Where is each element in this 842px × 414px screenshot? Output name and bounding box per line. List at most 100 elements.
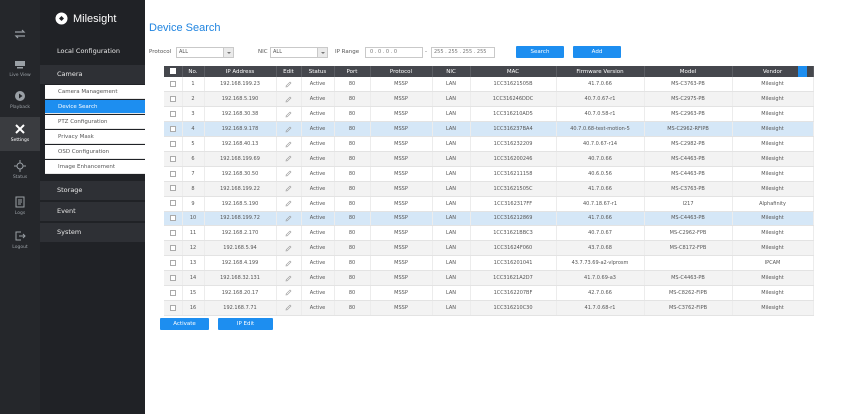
table-row[interactable]: 8 192.168.199.22 Active 80 MSSP LAN 1CC3162150… [164,181,814,197]
table-row[interactable]: 5 192.168.40.13 Active 80 MSSP LAN 1CC31623220… [164,136,814,152]
chevron-down-icon[interactable] [223,47,234,58]
table-row[interactable]: 15 192.168.20.17 Active 80 MSSP LAN 1CC3162207… [164,285,814,301]
ip-end-input[interactable]: 255 . 255 . 255 . 255 [431,47,495,58]
table-row[interactable]: 6 192.168.199.69 Active 80 MSSP LAN 1CC3162002… [164,151,814,167]
cell-edit[interactable] [276,121,302,138]
row-checkbox[interactable] [164,106,183,123]
table-row[interactable]: 9 192.168.5.190 Active 80 MSSP LAN 1CC3162317F… [164,196,814,212]
cell-edit[interactable] [276,77,302,93]
edit-pencil-icon[interactable] [285,245,292,252]
submenu-camera-management[interactable]: Camera Management [45,85,145,99]
menu-event[interactable]: Event [40,202,145,221]
scrollbar-thumb[interactable] [798,66,807,77]
table-row[interactable]: 16 192.168.7.71 Active 80 MSSP LAN 1CC316210C3… [164,300,814,316]
row-checkbox[interactable] [164,181,183,197]
row-checkbox[interactable] [164,240,183,257]
edit-pencil-icon[interactable] [285,126,292,133]
row-checkbox[interactable] [164,151,183,167]
cell-edit[interactable] [276,136,302,152]
table-row[interactable]: 3 192.168.30.38 Active 80 MSSP LAN 1CC316210AD… [164,106,814,123]
edit-pencil-icon[interactable] [285,185,292,192]
cell-edit[interactable] [276,255,302,272]
table-row[interactable]: 10 192.168.199.72 Active 80 MSSP LAN 1CC316212… [164,211,814,227]
ip-start-input[interactable]: 0 . 0 . 0 . 0 [365,47,423,58]
edit-pencil-icon[interactable] [285,230,292,237]
table-row[interactable]: 1 192.168.199.23 Active 80 MSSP LAN 1CC3162150… [164,77,814,93]
cell-edit[interactable] [276,196,302,212]
row-checkbox[interactable] [164,166,183,182]
row-checkbox[interactable] [164,300,183,316]
table-row[interactable]: 14 192.168.32.131 Active 80 MSSP LAN 1CC31621A… [164,270,814,286]
col-protocol[interactable]: Protocol [370,66,433,77]
activate-button[interactable]: Activate [160,318,209,330]
edit-pencil-icon[interactable] [285,155,292,162]
edit-pencil-icon[interactable] [285,170,292,177]
table-row[interactable]: 2 192.168.5.190 Active 80 MSSP LAN 1CC316246DD… [164,91,814,108]
submenu-ptz-configuration[interactable]: PTZ Configuration [45,115,145,129]
submenu-device-search[interactable]: Device Search [45,100,145,114]
col-port[interactable]: Port [334,66,371,77]
select-all-checkbox[interactable] [164,66,183,77]
edit-pencil-icon[interactable] [285,304,292,311]
add-button[interactable]: Add [573,46,621,58]
edit-pencil-icon[interactable] [285,260,292,267]
cell-edit[interactable] [276,181,302,197]
cell-edit[interactable] [276,240,302,257]
rail-playback[interactable]: Playback [0,84,40,118]
rail-toggle[interactable] [0,22,40,56]
rail-status[interactable]: Status [0,154,40,188]
menu-camera[interactable]: Camera [40,65,145,84]
cell-edit[interactable] [276,106,302,123]
row-checkbox[interactable] [164,136,183,152]
cell-edit[interactable] [276,211,302,227]
search-button[interactable]: Search [516,46,564,58]
cell-edit[interactable] [276,225,302,242]
col-ip-address[interactable]: IP Address [204,66,277,77]
row-checkbox[interactable] [164,225,183,242]
chevron-down-icon[interactable] [317,47,328,58]
rail-logout[interactable]: Logout [0,224,40,258]
row-checkbox[interactable] [164,77,183,93]
table-row[interactable]: 13 192.168.4.199 Active 80 MSSP LAN 1CC3162010… [164,255,814,272]
edit-pencil-icon[interactable] [285,275,292,282]
row-checkbox[interactable] [164,211,183,227]
rail-live-view[interactable]: Live View [0,52,40,86]
submenu-privacy-mask[interactable]: Privacy Mask [45,130,145,144]
table-row[interactable]: 7 192.168.30.50 Active 80 MSSP LAN 1CC31621115… [164,166,814,182]
cell-edit[interactable] [276,270,302,286]
menu-storage[interactable]: Storage [40,181,145,200]
cell-edit[interactable] [276,300,302,316]
table-row[interactable]: 11 192.168.2.170 Active 80 MSSP LAN 1CC31621BB… [164,225,814,242]
row-checkbox[interactable] [164,270,183,286]
edit-pencil-icon[interactable] [285,200,292,207]
edit-pencil-icon[interactable] [285,215,292,222]
row-checkbox[interactable] [164,196,183,212]
submenu-image-enhancement[interactable]: Image Enhancement [45,160,145,174]
edit-pencil-icon[interactable] [285,81,292,88]
col-status[interactable]: Status [301,66,335,77]
cell-edit[interactable] [276,166,302,182]
submenu-osd-configuration[interactable]: OSD Configuration [45,145,145,159]
cell-edit[interactable] [276,91,302,108]
col-model[interactable]: Model [644,66,733,77]
row-checkbox[interactable] [164,121,183,138]
col-no[interactable]: No. [182,66,205,77]
row-checkbox[interactable] [164,285,183,301]
edit-pencil-icon[interactable] [285,289,292,296]
rail-logs[interactable]: Logs [0,190,40,224]
table-row[interactable]: 12 192.168.5.94 Active 80 MSSP LAN 1CC31624F06… [164,240,814,257]
ip-edit-button[interactable]: IP Edit [218,318,273,330]
col-firmware-version[interactable]: Firmware Version [556,66,645,77]
edit-pencil-icon[interactable] [285,96,292,103]
table-row[interactable]: 4 192.168.9.178 Active 80 MSSP LAN 1CC316237BA… [164,121,814,138]
col-mac[interactable]: MAC [470,66,557,77]
menu-local-configuration[interactable]: Local Configuration [40,42,145,61]
cell-edit[interactable] [276,285,302,301]
row-checkbox[interactable] [164,91,183,108]
rail-settings[interactable]: Settings [0,117,40,151]
cell-edit[interactable] [276,151,302,167]
edit-pencil-icon[interactable] [285,141,292,148]
menu-system[interactable]: System [40,223,145,242]
col-nic[interactable]: NIC [432,66,471,77]
row-checkbox[interactable] [164,255,183,272]
